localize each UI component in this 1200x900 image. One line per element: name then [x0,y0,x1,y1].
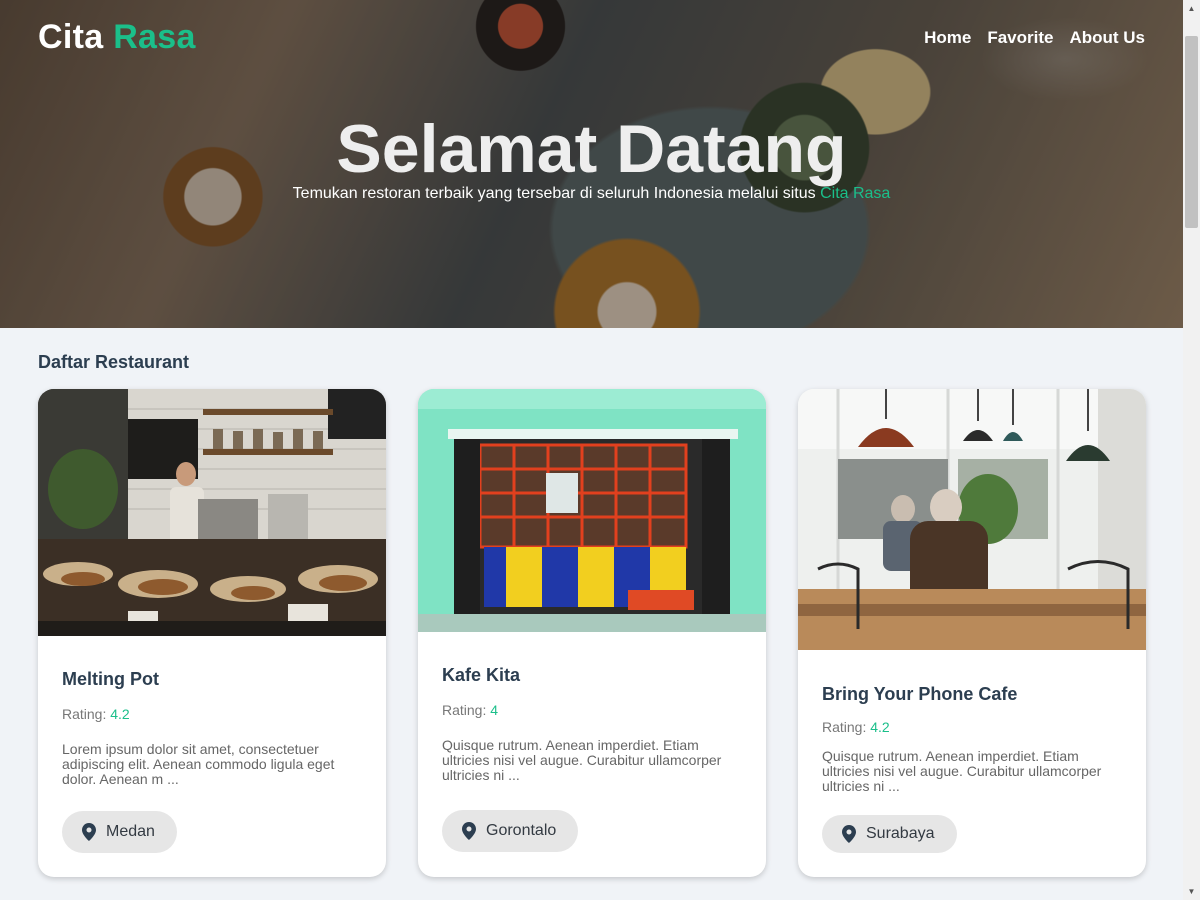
page-scrollbar[interactable]: ▲ ▼ [1183,0,1200,900]
brand-logo[interactable]: Cita Rasa [38,18,196,57]
restaurant-description: Quisque rutrum. Aenean imperdiet. Etiam … [822,748,1102,794]
hero-title: Selamat Datang [336,111,847,187]
city-name: Gorontalo [486,822,557,839]
city-name: Medan [106,823,155,840]
card-body: Melting Pot Rating: 4.2 Lorem ipsum dolo… [62,669,362,787]
card-body: Kafe Kita Rating: 4 Quisque rutrum. Aene… [442,665,742,783]
restaurant-rating: Rating: 4.2 [822,719,1122,735]
brand-name-part2: Rasa [113,18,196,56]
rating-value: 4.2 [870,719,890,735]
nav-about-link[interactable]: About Us [1069,28,1145,48]
nav-favorite-link[interactable]: Favorite [987,28,1053,48]
city-name: Surabaya [866,825,935,842]
city-badge: Medan [62,811,177,853]
section-title: Daftar Restaurant [38,352,190,372]
hero-banner: Cita Rasa Home Favorite About Us Selamat… [0,0,1183,328]
city-badge: Surabaya [822,815,957,853]
brand-name-part1: Cita [38,18,104,56]
map-pin-icon [462,822,476,840]
map-pin-icon [82,823,96,841]
nav-home-link[interactable]: Home [924,28,971,48]
city-badge: Gorontalo [442,810,579,852]
hero-subtitle-highlight: Cita Rasa [820,185,891,202]
scroll-up-arrow-icon[interactable]: ▲ [1183,0,1200,17]
hero-subtitle-text: Temukan restoran terbaik yang tersebar d… [292,185,816,202]
card-body: Bring Your Phone Cafe Rating: 4.2 Quisqu… [822,684,1122,794]
rating-label: Rating: [442,702,487,718]
scroll-thumb[interactable] [1185,36,1198,228]
restaurant-description: Quisque rutrum. Aenean imperdiet. Etiam … [442,737,722,783]
scroll-down-arrow-icon[interactable]: ▼ [1183,883,1200,900]
restaurant-card[interactable]: Bring Your Phone Cafe Rating: 4.2 Quisqu… [798,389,1146,877]
restaurant-image [38,389,386,636]
restaurant-name[interactable]: Melting Pot [62,669,362,690]
restaurant-rating: Rating: 4 [442,702,742,718]
restaurant-description: Lorem ipsum dolor sit amet, consectetuer… [62,741,335,787]
rating-label: Rating: [822,719,867,735]
restaurant-card[interactable]: Melting Pot Rating: 4.2 Lorem ipsum dolo… [38,389,386,877]
rating-value: 4.2 [110,706,130,722]
restaurant-name[interactable]: Bring Your Phone Cafe [822,684,1122,705]
restaurant-image [798,389,1146,650]
restaurant-name[interactable]: Kafe Kita [442,665,742,686]
map-pin-icon [842,825,856,843]
restaurant-card[interactable]: Kafe Kita Rating: 4 Quisque rutrum. Aene… [418,389,766,877]
rating-value: 4 [490,702,499,718]
hero-subtitle: Temukan restoran terbaik yang tersebar d… [0,185,1183,203]
rating-label: Rating: [62,706,107,722]
main-nav: Home Favorite About Us [924,28,1145,48]
restaurant-rating: Rating: 4.2 [62,706,362,722]
restaurant-image [418,389,766,632]
